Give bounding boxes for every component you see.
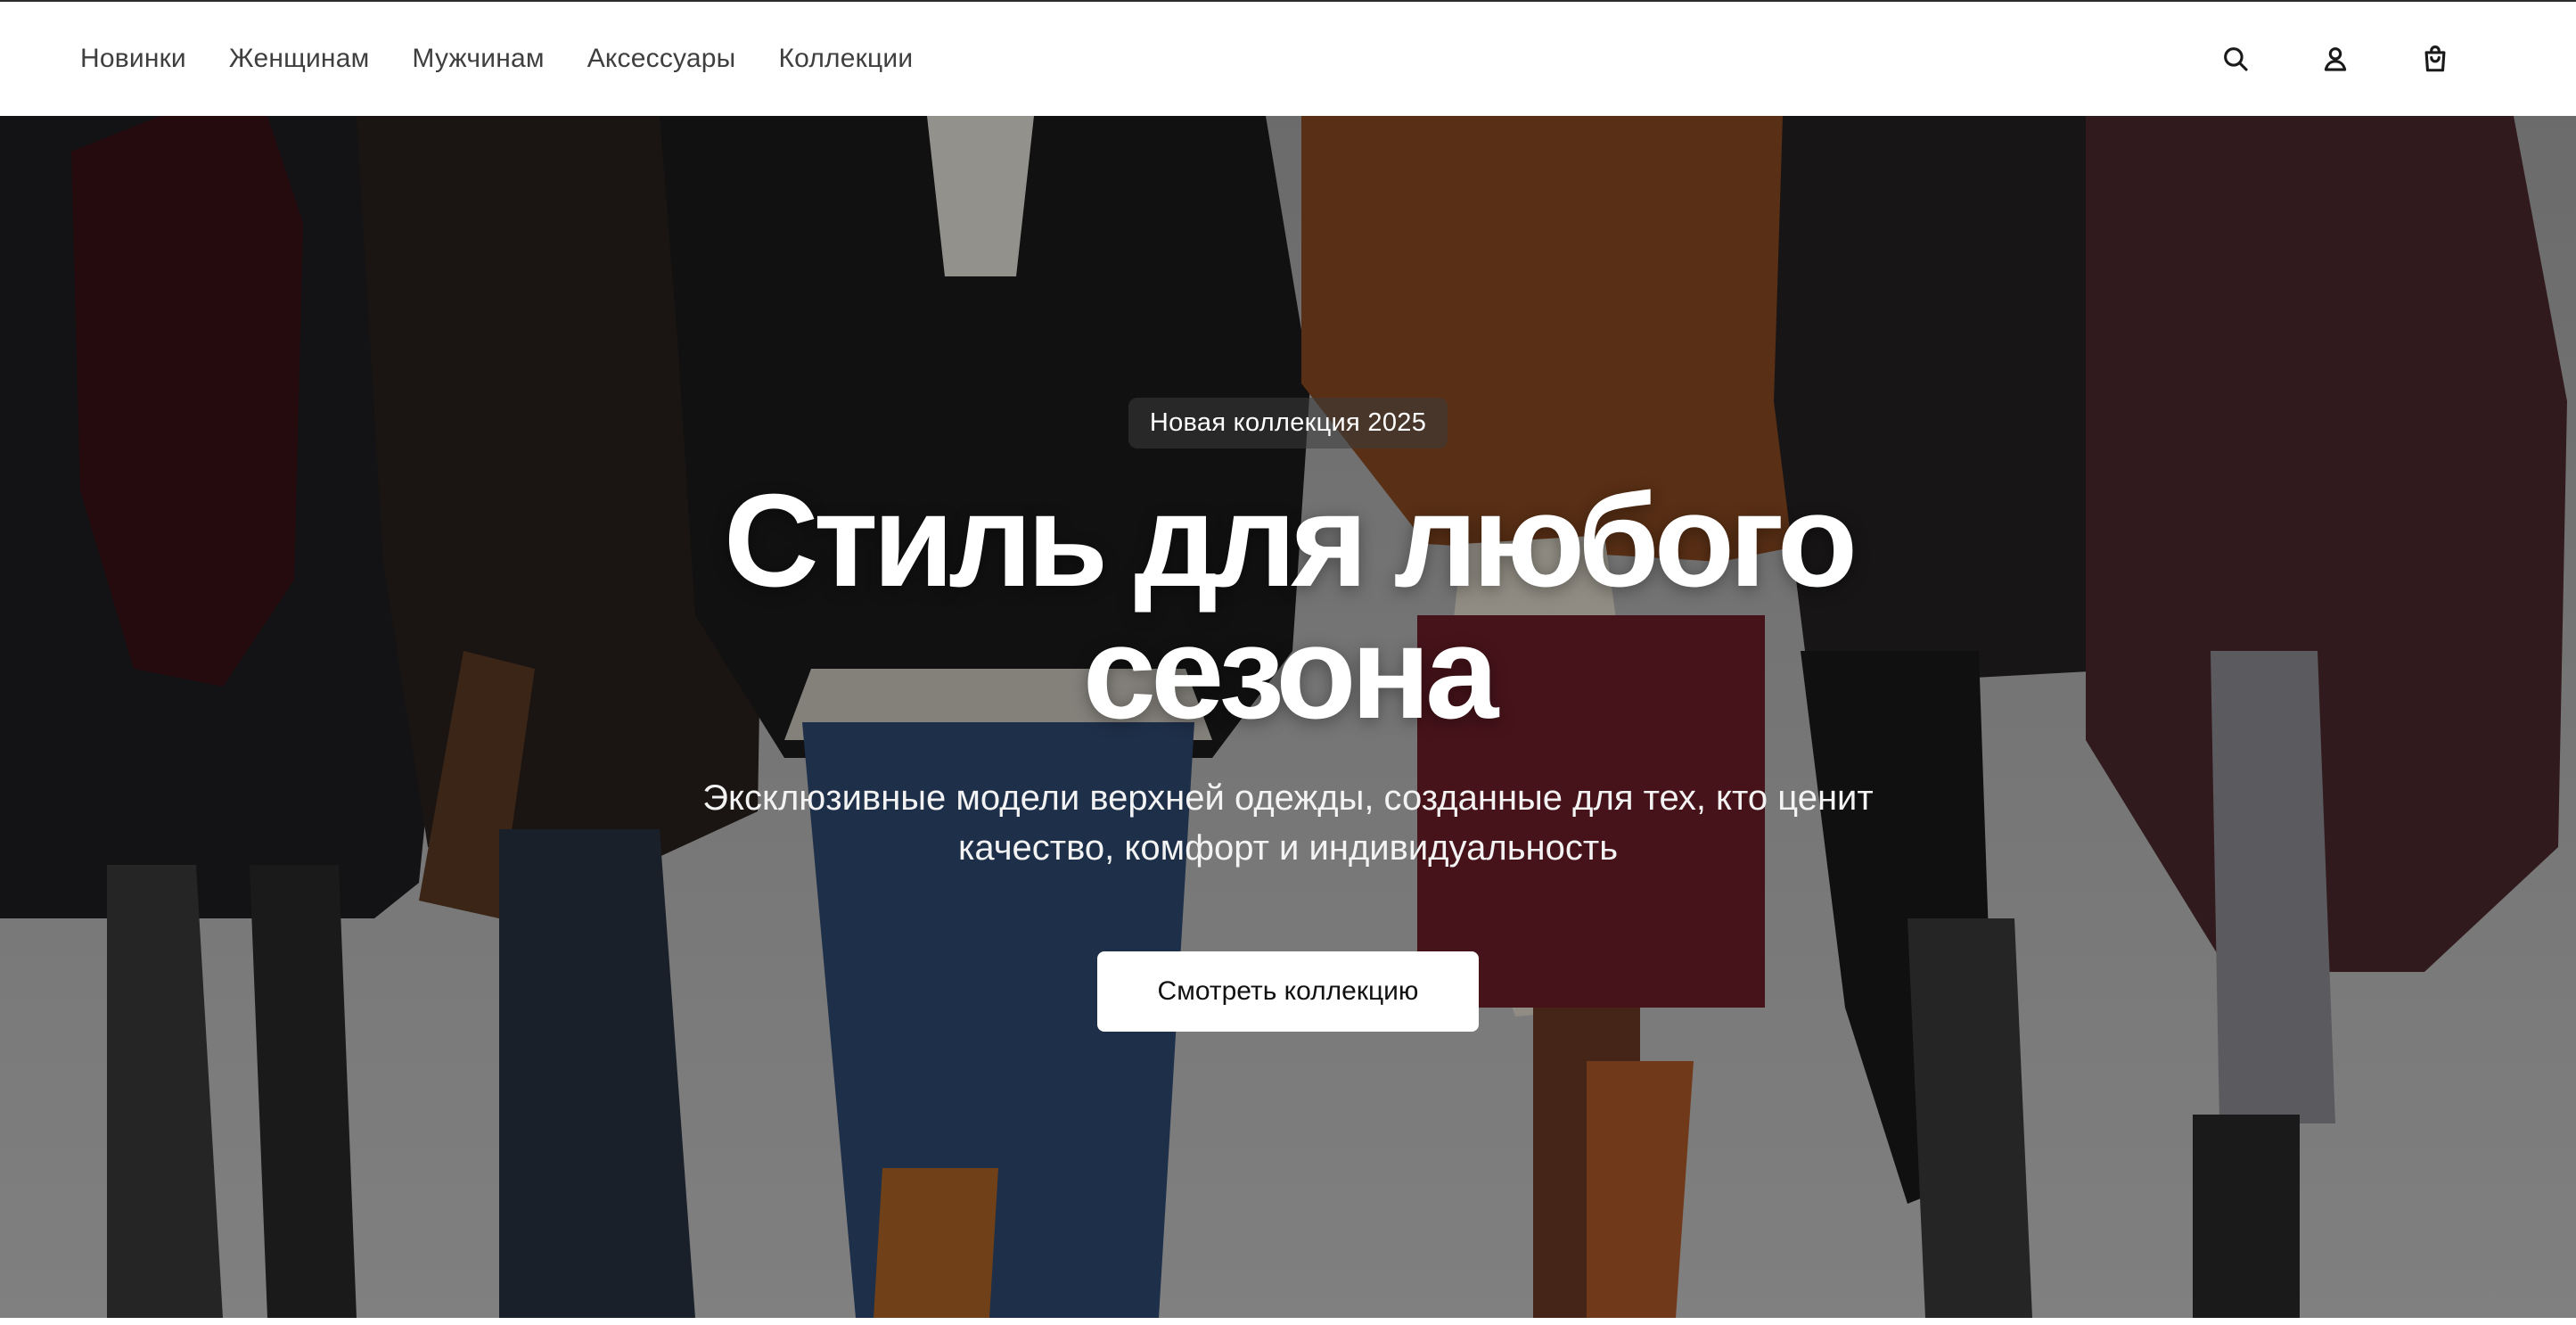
nav-item-women[interactable]: Женщинам	[229, 44, 370, 74]
hero-content: Новая коллекция 2025 Стиль для любого се…	[0, 116, 2576, 1318]
site-header: Новинки Женщинам Мужчинам Аксессуары Кол…	[0, 0, 2576, 116]
nav-item-new[interactable]: Новинки	[80, 44, 186, 74]
nav-item-men[interactable]: Мужчинам	[412, 44, 544, 74]
main-nav: Новинки Женщинам Мужчинам Аксессуары Кол…	[80, 44, 913, 74]
hero-subtitle: Эксклюзивные модели верхней одежды, созд…	[702, 778, 1874, 868]
shopping-bag-icon	[2424, 45, 2446, 72]
header-actions	[2218, 41, 2453, 77]
nav-item-accessories[interactable]: Аксессуары	[587, 44, 736, 74]
search-button[interactable]	[2218, 41, 2253, 77]
hero-title: Стиль для любого сезона	[723, 467, 1858, 746]
user-icon	[2324, 47, 2347, 71]
view-collection-button[interactable]: Смотреть коллекцию	[1097, 951, 1479, 1032]
page-bottom-edge	[0, 1318, 2576, 1325]
nav-item-collections[interactable]: Коллекции	[778, 44, 913, 74]
account-button[interactable]	[2318, 41, 2353, 77]
cart-button[interactable]	[2417, 41, 2453, 77]
collection-badge: Новая коллекция 2025	[1128, 398, 1448, 449]
hero-banner: Новая коллекция 2025 Стиль для любого се…	[0, 116, 2576, 1318]
search-icon	[2224, 47, 2248, 71]
